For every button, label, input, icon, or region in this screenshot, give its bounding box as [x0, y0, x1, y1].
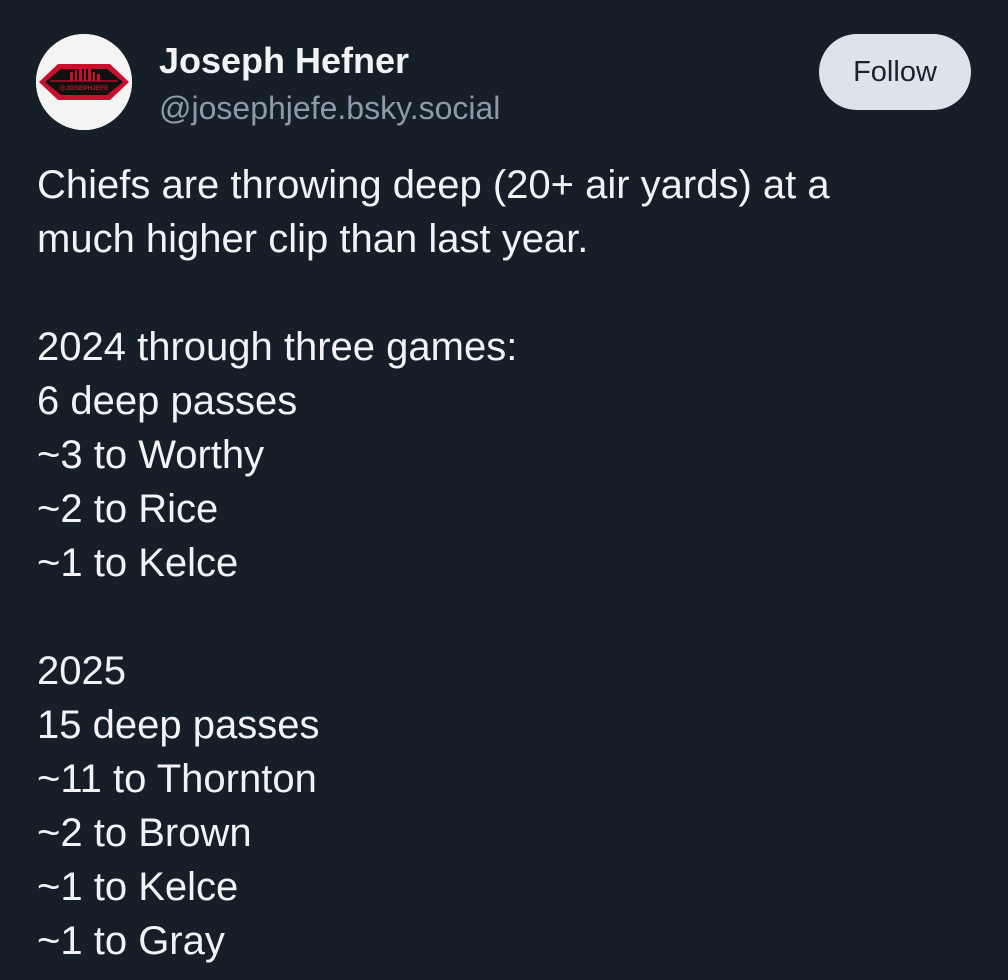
post-line: ~2 to Brown — [37, 811, 252, 855]
avatar[interactable]: @JOSEPHJEFE — [36, 34, 132, 130]
post-text: Chiefs are throwing deep (20+ air yards)… — [37, 158, 987, 968]
post-line: much higher clip than last year. — [37, 217, 589, 261]
follow-button[interactable]: Follow — [819, 34, 971, 110]
post-line: ~3 to Worthy — [37, 433, 265, 477]
post-line: 2025 — [37, 649, 126, 693]
post-line: 15 deep passes — [37, 703, 320, 747]
post-line: ~1 to Kelce — [37, 865, 239, 909]
arrowhead-logo-icon: @JOSEPHJEFE — [36, 34, 132, 130]
post-line: Chiefs are throwing deep (20+ air yards)… — [37, 163, 830, 207]
post-line: ~11 to Thornton — [37, 757, 317, 801]
post-line: 6 deep passes — [37, 379, 298, 423]
author-name[interactable]: Joseph Hefner — [159, 40, 409, 82]
post-card: @JOSEPHJEFE Joseph Hefner @josephjefe.bs… — [0, 0, 1008, 980]
post-line: ~2 to Rice — [37, 487, 219, 531]
post-line: 2024 through three games: — [37, 325, 518, 369]
post-line: ~1 to Gray — [37, 919, 225, 963]
avatar-text: @JOSEPHJEFE — [60, 85, 110, 92]
post-line: ~1 to Kelce — [37, 541, 239, 585]
author-handle[interactable]: @josephjefe.bsky.social — [159, 88, 500, 128]
